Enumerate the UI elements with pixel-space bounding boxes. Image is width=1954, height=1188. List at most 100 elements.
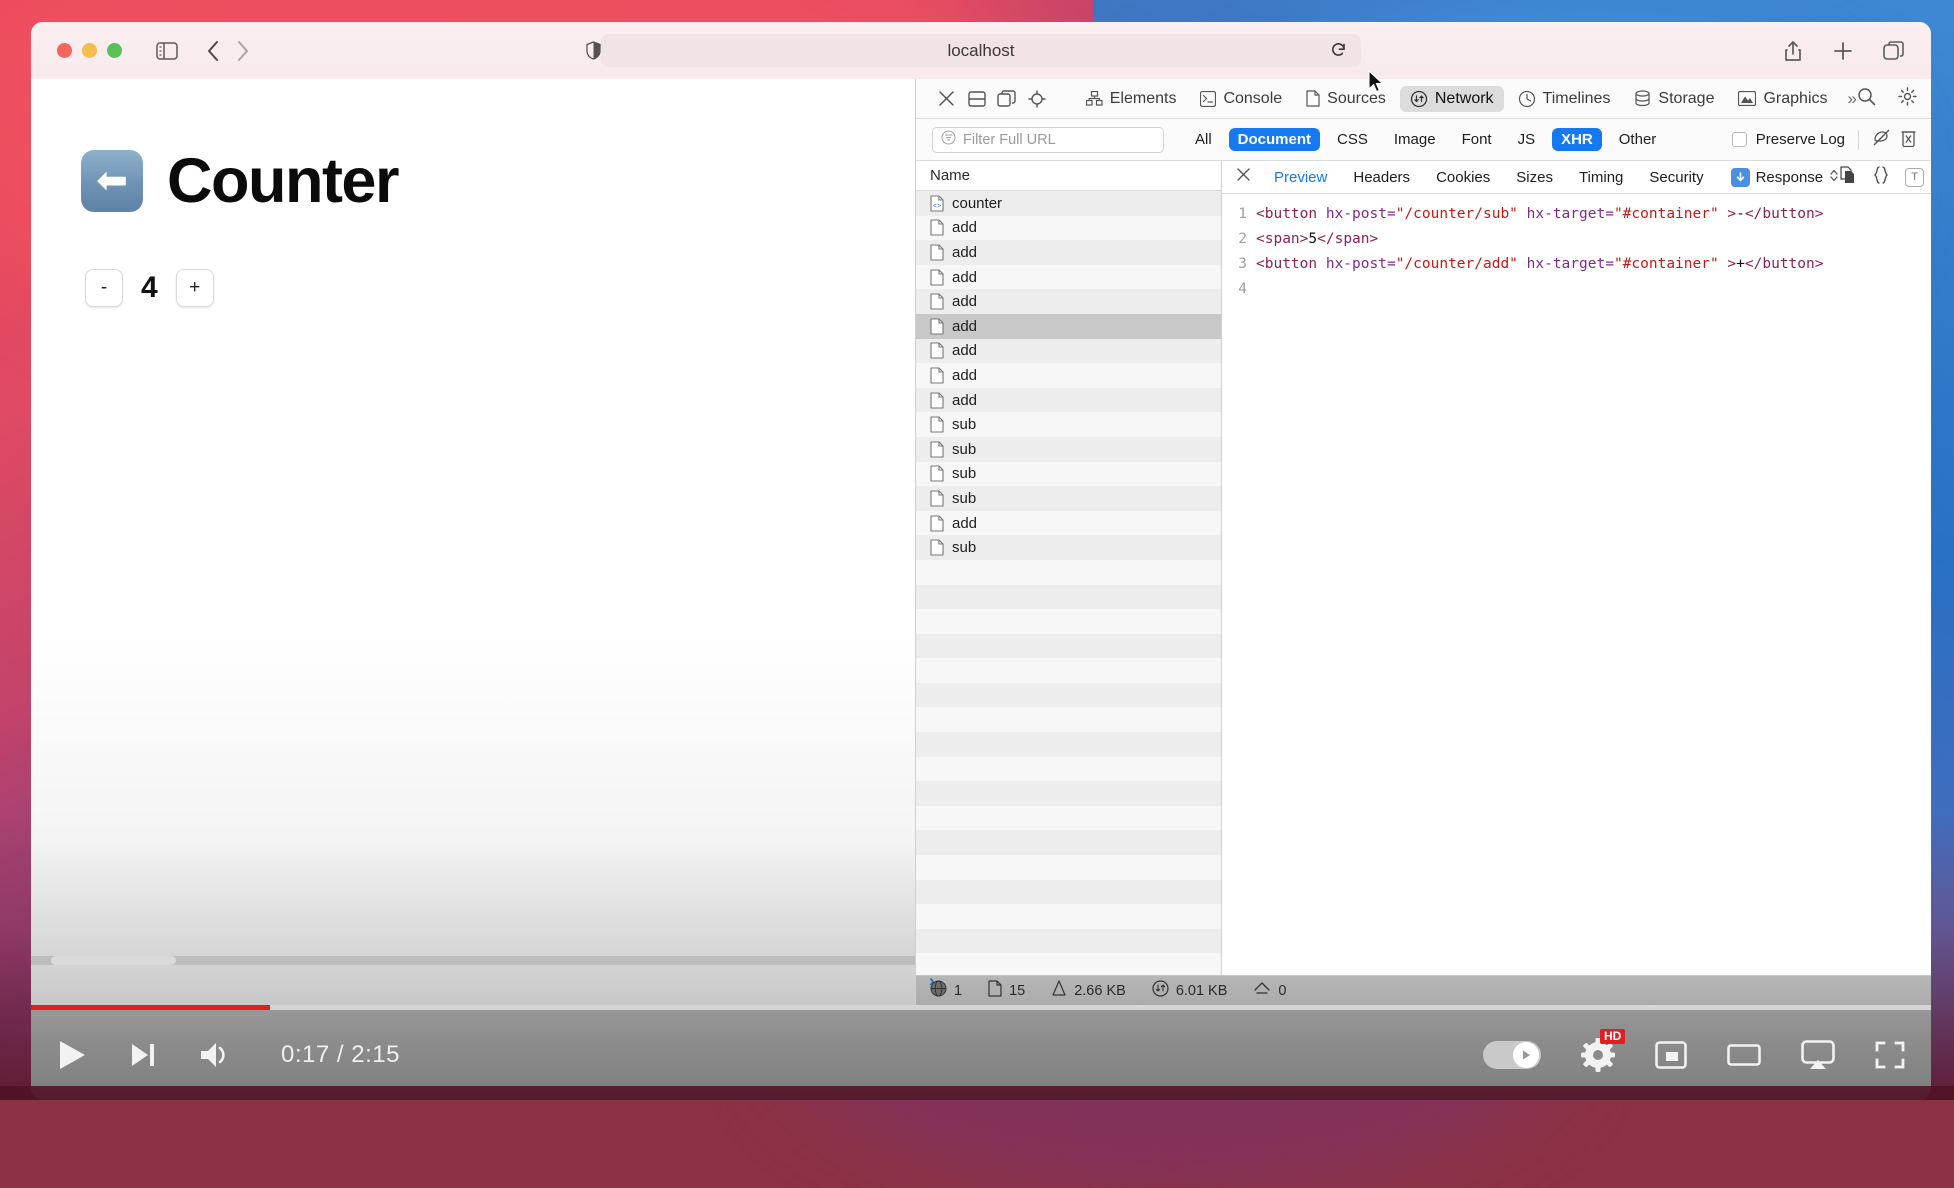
- settings-button[interactable]: HD: [1581, 1038, 1615, 1072]
- page-horizontal-scrollbar[interactable]: [31, 956, 915, 965]
- search-input[interactable]: Filter Full URL: [932, 127, 1164, 153]
- resource-name: sub: [952, 441, 976, 458]
- table-row[interactable]: add: [916, 314, 1221, 339]
- table-row[interactable]: add: [916, 216, 1221, 241]
- minimize-window-button[interactable]: [82, 43, 97, 58]
- tab-storage[interactable]: Storage: [1624, 86, 1724, 112]
- document-icon: [930, 244, 944, 261]
- tab-console[interactable]: Console: [1190, 86, 1292, 112]
- table-row[interactable]: sub: [916, 486, 1221, 511]
- gear-icon[interactable]: [1898, 87, 1917, 111]
- table-row[interactable]: sub: [916, 462, 1221, 487]
- column-header-name: Name: [930, 167, 970, 184]
- scrollbar-thumb[interactable]: [51, 956, 176, 965]
- play-icon[interactable]: [57, 1039, 87, 1071]
- resource-name: sub: [952, 490, 976, 507]
- tab-graphics[interactable]: Graphics: [1728, 86, 1837, 112]
- tab-elements[interactable]: Elements: [1076, 86, 1187, 112]
- text-mode-icon[interactable]: T: [1905, 168, 1924, 187]
- filter-other[interactable]: Other: [1610, 128, 1666, 151]
- table-row[interactable]: sub: [916, 535, 1221, 560]
- empty-row: [916, 609, 1221, 634]
- trash-icon[interactable]: [1900, 128, 1917, 151]
- theater-icon[interactable]: [1727, 1042, 1761, 1068]
- zoom-window-button[interactable]: [107, 43, 122, 58]
- filter-xhr[interactable]: XHR: [1552, 128, 1602, 151]
- table-row[interactable]: add: [916, 240, 1221, 265]
- table-row[interactable]: add: [916, 388, 1221, 413]
- close-window-button[interactable]: [57, 43, 72, 58]
- filter-all[interactable]: All: [1186, 128, 1221, 151]
- table-row[interactable]: add: [916, 289, 1221, 314]
- address-bar[interactable]: localhost: [601, 34, 1361, 67]
- table-row[interactable]: add: [916, 265, 1221, 290]
- forward-chevron-icon[interactable]: [236, 40, 250, 62]
- airplay-icon[interactable]: [1801, 1040, 1835, 1070]
- table-row[interactable]: sub: [916, 412, 1221, 437]
- resource-name: add: [952, 392, 977, 409]
- network-icon: [1410, 90, 1428, 108]
- increment-button[interactable]: +: [176, 269, 214, 307]
- resource-name: add: [952, 244, 977, 261]
- tab-timelines[interactable]: Timelines: [1508, 86, 1621, 112]
- sidebar-icon[interactable]: [156, 42, 178, 60]
- code-line: 4: [1222, 277, 1931, 302]
- fullscreen-icon[interactable]: [1875, 1041, 1905, 1069]
- next-icon[interactable]: [129, 1041, 157, 1069]
- counter-value: 4: [137, 271, 162, 305]
- inspect-element-icon[interactable]: [1022, 86, 1052, 112]
- tab-network[interactable]: Network: [1400, 86, 1504, 112]
- response-code-view[interactable]: 1<button hx-post="/counter/sub" hx-targe…: [1222, 194, 1931, 975]
- inspector-main-area: Name <>counteraddaddaddaddaddaddaddaddsu…: [916, 161, 1931, 975]
- detail-tab-sizes[interactable]: Sizes: [1503, 169, 1566, 186]
- filter-image[interactable]: Image: [1385, 128, 1445, 151]
- table-row[interactable]: sub: [916, 437, 1221, 462]
- preserve-log-control[interactable]: Preserve Log: [1732, 128, 1917, 151]
- detail-tab-cookies[interactable]: Cookies: [1423, 169, 1503, 186]
- console-prompt-chevron-icon[interactable]: ›: [929, 971, 935, 991]
- console-prompt-strip[interactable]: ›: [915, 957, 1931, 1005]
- search-icon[interactable]: [1857, 87, 1876, 111]
- code-line-text: <span>5</span>: [1256, 227, 1378, 252]
- copy-icon[interactable]: [1839, 166, 1857, 189]
- share-icon[interactable]: [1783, 40, 1803, 62]
- dock-bottom-icon[interactable]: [962, 86, 992, 112]
- privacy-shield-icon[interactable]: [586, 41, 601, 60]
- document-icon: [930, 342, 944, 359]
- empty-row: [916, 634, 1221, 659]
- response-selector[interactable]: Response: [1731, 168, 1840, 187]
- detail-tab-headers[interactable]: Headers: [1340, 169, 1423, 186]
- preserve-log-checkbox[interactable]: [1732, 132, 1747, 147]
- close-icon[interactable]: [932, 86, 962, 112]
- dock-side-icon[interactable]: [992, 86, 1022, 112]
- clear-network-items-icon[interactable]: [1872, 128, 1891, 151]
- detail-tab-timing[interactable]: Timing: [1566, 169, 1636, 186]
- miniplayer-icon[interactable]: [1655, 1041, 1687, 1069]
- reload-icon[interactable]: [1330, 41, 1347, 64]
- safari-window: localhost: [31, 22, 1931, 1005]
- page-header: ⬅ Counter: [31, 79, 915, 217]
- filter-placeholder: Filter Full URL: [963, 132, 1056, 148]
- table-row[interactable]: add: [916, 511, 1221, 536]
- table-row[interactable]: <>counter: [916, 191, 1221, 216]
- back-chevron-icon[interactable]: [206, 40, 220, 62]
- plus-icon[interactable]: [1833, 41, 1853, 61]
- filter-js[interactable]: JS: [1509, 128, 1545, 151]
- empty-row: [916, 904, 1221, 929]
- format-braces-icon[interactable]: [1873, 166, 1889, 189]
- autoplay-toggle[interactable]: [1483, 1041, 1541, 1069]
- filter-document[interactable]: Document: [1229, 128, 1320, 151]
- detail-tab-security[interactable]: Security: [1636, 169, 1716, 186]
- timelines-icon: [1518, 90, 1536, 108]
- more-tabs-button[interactable]: »: [1848, 89, 1857, 109]
- table-row[interactable]: add: [916, 339, 1221, 364]
- filter-font[interactable]: Font: [1453, 128, 1501, 151]
- close-detail-icon[interactable]: [1234, 167, 1261, 187]
- decrement-button[interactable]: -: [85, 269, 123, 307]
- table-row[interactable]: add: [916, 363, 1221, 388]
- empty-row: [916, 732, 1221, 757]
- filter-css[interactable]: CSS: [1328, 128, 1377, 151]
- volume-icon[interactable]: [199, 1040, 233, 1070]
- tab-overview-icon[interactable]: [1883, 41, 1905, 61]
- detail-tab-preview[interactable]: Preview: [1261, 169, 1340, 186]
